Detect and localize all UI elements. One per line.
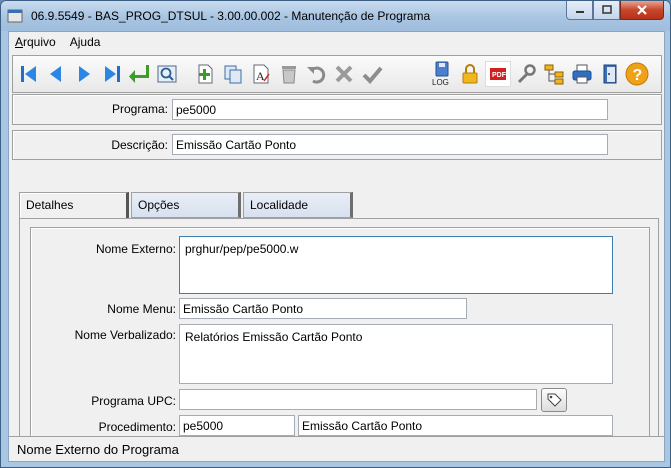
window-title: 06.9.5549 - BAS_PROG_DTSUL - 3.00.00.002… (31, 9, 431, 23)
goto-button[interactable] (126, 61, 152, 87)
previous-record-icon (50, 66, 61, 82)
app-icon (7, 8, 23, 24)
help-button[interactable]: ? (624, 61, 650, 87)
programa-upc-zoom-button[interactable] (541, 388, 567, 412)
help-icon: ? (625, 62, 649, 86)
copy-button[interactable] (220, 61, 246, 87)
procedimento-label: Procedimento: (98, 420, 176, 434)
nome-menu-input[interactable]: Emissão Cartão Ponto (179, 298, 467, 319)
delete-icon (282, 66, 296, 84)
tree-icon (544, 64, 564, 85)
menu-ajuda[interactable]: Ajuda (70, 35, 101, 49)
minimize-icon (575, 11, 584, 13)
descricao-input[interactable]: Emissão Cartão Ponto (172, 134, 608, 155)
tab-opcoes[interactable]: Opções (131, 192, 241, 218)
menu-arquivo[interactable]: Arquivo (15, 35, 56, 49)
add-button[interactable] (192, 61, 218, 87)
procedimento-description-input[interactable]: Emissão Cartão Ponto (298, 415, 613, 436)
cancel-button[interactable] (331, 61, 357, 87)
tab-detalhes[interactable]: Detalhes (19, 192, 129, 219)
nome-menu-label: Nome Menu: (107, 302, 176, 316)
goto-icon (129, 65, 149, 83)
programa-label: Programa: (111, 102, 168, 116)
toolbar: A LOG PDF ? (12, 55, 662, 93)
confirm-button[interactable] (359, 61, 385, 87)
exit-icon (603, 64, 617, 84)
application-window: 06.9.5549 - BAS_PROG_DTSUL - 3.00.00.002… (0, 0, 671, 468)
svg-text:PDF: PDF (492, 72, 507, 79)
descricao-frame: Descrição: Emissão Cartão Ponto (12, 130, 662, 160)
maximize-icon (601, 5, 612, 14)
edit-button[interactable]: A (248, 61, 274, 87)
lock-icon (462, 64, 478, 84)
edit-icon: A (253, 64, 270, 84)
tools-button[interactable] (513, 61, 539, 87)
programa-input[interactable]: pe5000 (172, 99, 608, 120)
copy-icon (224, 65, 242, 84)
search-button[interactable] (154, 61, 180, 87)
print-icon (572, 64, 592, 84)
undo-icon (307, 66, 326, 84)
next-record-button[interactable] (71, 61, 97, 87)
nome-externo-field[interactable]: prghur/pep/pe5000.w (179, 236, 613, 294)
last-record-icon (105, 66, 120, 82)
tag-icon (547, 393, 562, 407)
details-group: Nome Externo: prghur/pep/pe5000.w Nome M… (30, 227, 650, 439)
exit-button[interactable] (597, 61, 623, 87)
svg-text:LOG: LOG (432, 78, 449, 87)
add-icon (198, 64, 213, 84)
descricao-label: Descrição: (111, 138, 168, 152)
tab-localidade[interactable]: Localidade (243, 192, 353, 218)
minimize-button[interactable] (566, 1, 593, 20)
tab-panel-detalhes: Nome Externo: prghur/pep/pe5000.w Nome M… (19, 218, 659, 446)
first-record-button[interactable] (16, 61, 42, 87)
menu-bar: Arquivo Ajuda (9, 32, 664, 52)
delete-button[interactable] (276, 61, 302, 87)
log-icon: LOG (432, 61, 449, 87)
tools-icon (517, 64, 536, 84)
nome-externo-label: Nome Externo: (95, 242, 176, 256)
status-bar: Nome Externo do Programa (9, 436, 664, 461)
nome-verbalizado-label: Nome Verbalizado: (74, 328, 176, 342)
lock-button[interactable] (457, 61, 483, 87)
print-button[interactable] (569, 61, 595, 87)
confirm-icon (362, 66, 383, 84)
procedimento-code-input[interactable]: pe5000 (179, 415, 295, 436)
last-record-button[interactable] (99, 61, 125, 87)
first-record-icon (21, 66, 36, 82)
undo-button[interactable] (303, 61, 329, 87)
pdf-icon: PDF (490, 68, 507, 80)
maximize-button[interactable] (593, 1, 620, 20)
client-area: Arquivo Ajuda A LOG PDF ? Programa: pe50… (8, 31, 665, 462)
programa-upc-label: Programa UPC: (91, 394, 176, 408)
next-record-icon (79, 66, 90, 82)
title-bar[interactable]: 06.9.5549 - BAS_PROG_DTSUL - 3.00.00.002… (1, 1, 670, 31)
cancel-icon (335, 65, 353, 83)
pdf-button[interactable]: PDF (485, 61, 511, 87)
log-button[interactable]: LOG (429, 61, 455, 87)
close-button[interactable] (620, 1, 664, 20)
search-icon (157, 65, 177, 83)
previous-record-button[interactable] (43, 61, 69, 87)
svg-text:A: A (256, 69, 265, 83)
programa-frame: Programa: pe5000 (12, 94, 662, 125)
programa-upc-input[interactable] (179, 389, 537, 410)
svg-text:?: ? (633, 67, 643, 84)
nome-verbalizado-field[interactable]: Relatórios Emissão Cartão Ponto (179, 324, 613, 384)
tree-button[interactable] (541, 61, 567, 87)
close-icon (637, 5, 647, 15)
